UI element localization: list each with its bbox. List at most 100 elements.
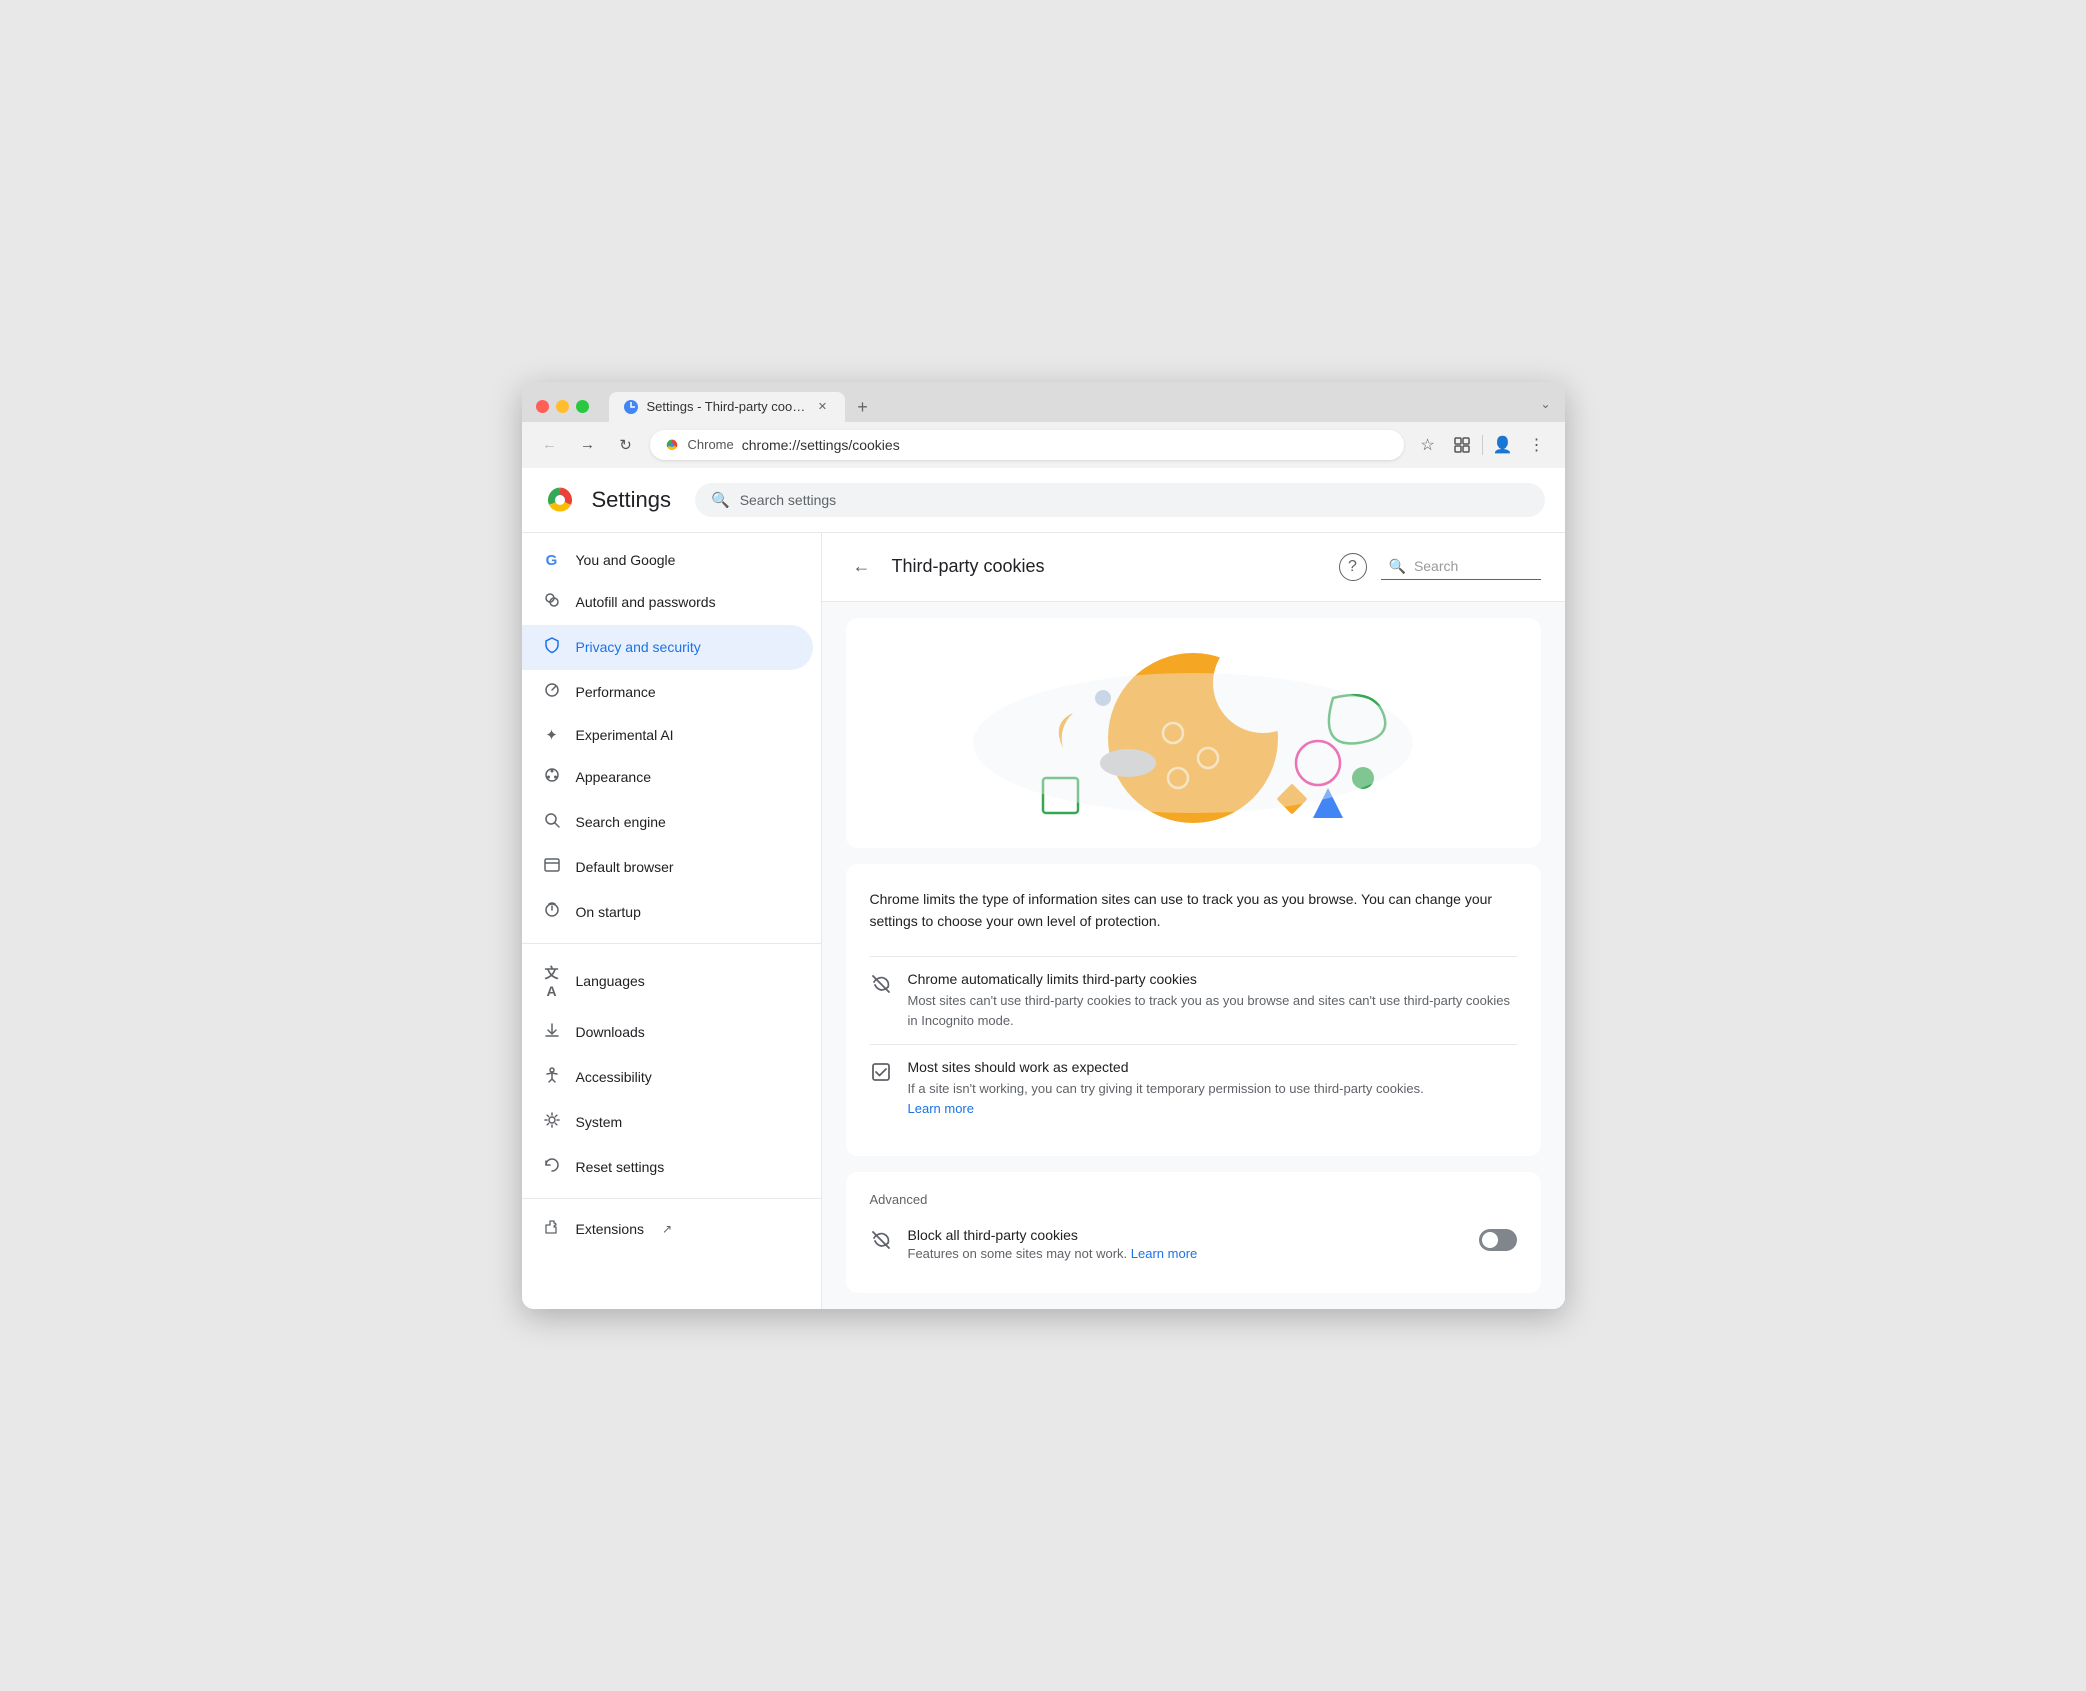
sidebar-label-appearance: Appearance <box>576 769 652 785</box>
sidebar-item-languages[interactable]: 文A Languages <box>522 952 813 1010</box>
learn-more-link-1[interactable]: Learn more <box>908 1101 974 1116</box>
address-bar[interactable]: Chrome chrome://settings/cookies <box>650 430 1404 460</box>
sidebar-item-privacy[interactable]: Privacy and security <box>522 625 813 670</box>
content-search-bar[interactable]: 🔍 Search <box>1381 554 1541 580</box>
option-auto-limit: Chrome automatically limits third-party … <box>870 956 1517 1044</box>
block-all-content: Block all third-party cookies Features o… <box>908 1227 1463 1261</box>
reset-icon <box>542 1156 562 1179</box>
block-all-title: Block all third-party cookies <box>908 1227 1463 1243</box>
sidebar-label-downloads: Downloads <box>576 1024 645 1040</box>
sidebar-label-search-engine: Search engine <box>576 814 666 830</box>
settings-body: G You and Google Autofill and passwords <box>522 533 1565 1310</box>
content-header: ← Third-party cookies ? 🔍 Search <box>822 533 1565 602</box>
sidebar-item-extensions[interactable]: Extensions ↗ <box>522 1207 813 1252</box>
performance-icon <box>542 681 562 704</box>
tab-close-button[interactable]: ✕ <box>815 399 831 415</box>
settings-wrapper: Settings 🔍 Search settings G You and Goo… <box>522 468 1565 1310</box>
sidebar-item-you-and-google[interactable]: G You and Google <box>522 541 813 580</box>
chrome-logo-big <box>542 482 578 518</box>
browser-window: Settings - Third-party cookie ✕ + ⌄ ← → … <box>522 382 1565 1310</box>
option-most-sites-desc: If a site isn't working, you can try giv… <box>908 1079 1517 1118</box>
external-link-icon: ↗ <box>662 1222 672 1236</box>
sidebar-label-privacy: Privacy and security <box>576 639 701 655</box>
system-icon <box>542 1111 562 1134</box>
sidebar-label-autofill: Autofill and passwords <box>576 594 716 610</box>
sidebar-label-system: System <box>576 1114 623 1130</box>
settings-title: Settings <box>592 487 672 513</box>
tab-favicon <box>623 399 639 415</box>
sidebar-item-experimental-ai[interactable]: ✦ Experimental AI <box>522 715 813 755</box>
advanced-section: Advanced Block all third-party cookies <box>846 1172 1541 1293</box>
eye-off-icon-2 <box>870 1229 892 1257</box>
settings-search-bar[interactable]: 🔍 Search settings <box>695 483 1545 517</box>
minimize-button[interactable] <box>556 400 569 413</box>
sidebar-item-default-browser[interactable]: Default browser <box>522 845 813 890</box>
startup-icon <box>542 901 562 924</box>
nav-icons-right: ☆ 👤 ⋮ <box>1414 431 1551 459</box>
eye-off-icon-1 <box>870 973 892 1001</box>
extensions-icon[interactable] <box>1448 431 1476 459</box>
accessibility-icon <box>542 1066 562 1089</box>
privacy-icon <box>542 636 562 659</box>
search-engine-icon <box>542 811 562 834</box>
close-button[interactable] <box>536 400 549 413</box>
back-button[interactable]: ← <box>536 431 564 459</box>
sidebar-item-accessibility[interactable]: Accessibility <box>522 1055 813 1100</box>
new-tab-button[interactable]: + <box>849 394 877 422</box>
option-most-sites-content: Most sites should work as expected If a … <box>908 1059 1517 1118</box>
block-all-toggle[interactable] <box>1479 1229 1517 1251</box>
main-content: ← Third-party cookies ? 🔍 Search <box>822 533 1565 1310</box>
sidebar-label-languages: Languages <box>576 973 645 989</box>
active-tab[interactable]: Settings - Third-party cookie ✕ <box>609 392 845 422</box>
option-auto-limit-title: Chrome automatically limits third-party … <box>908 971 1517 987</box>
sidebar-item-appearance[interactable]: Appearance <box>522 755 813 800</box>
block-all-toggle-row: Block all third-party cookies Features o… <box>870 1215 1517 1273</box>
content-title: Third-party cookies <box>892 556 1325 577</box>
autofill-icon <box>542 591 562 614</box>
sidebar-item-downloads[interactable]: Downloads <box>522 1010 813 1055</box>
traffic-lights <box>536 400 589 413</box>
chrome-label: Chrome <box>688 437 734 452</box>
sidebar-label-reset: Reset settings <box>576 1159 665 1175</box>
learn-more-link-2[interactable]: Learn more <box>1131 1246 1197 1261</box>
sidebar-item-system[interactable]: System <box>522 1100 813 1145</box>
sidebar-item-reset[interactable]: Reset settings <box>522 1145 813 1190</box>
sidebar-item-autofill[interactable]: Autofill and passwords <box>522 580 813 625</box>
toggle-slider <box>1479 1229 1517 1251</box>
appearance-icon <box>542 766 562 789</box>
cookie-illustration <box>846 618 1541 848</box>
address-text: chrome://settings/cookies <box>742 437 1390 453</box>
window-chevron[interactable]: ⌄ <box>1540 397 1550 417</box>
maximize-button[interactable] <box>576 400 589 413</box>
sidebar-divider-2 <box>522 1198 821 1199</box>
content-back-button[interactable]: ← <box>846 551 878 583</box>
downloads-icon <box>542 1021 562 1044</box>
cookie-svg <box>943 633 1443 833</box>
sidebar-label-performance: Performance <box>576 684 656 700</box>
sidebar-item-search-engine[interactable]: Search engine <box>522 800 813 845</box>
option-most-sites: Most sites should work as expected If a … <box>870 1044 1517 1132</box>
browser-icon <box>542 856 562 879</box>
help-button[interactable]: ? <box>1339 553 1367 581</box>
sidebar-label-you-and-google: You and Google <box>576 552 676 568</box>
menu-icon[interactable]: ⋮ <box>1523 431 1551 459</box>
sidebar-label-experimental-ai: Experimental AI <box>576 727 674 743</box>
languages-icon: 文A <box>542 963 562 999</box>
sidebar-item-performance[interactable]: Performance <box>522 670 813 715</box>
description-area: Chrome limits the type of information si… <box>846 864 1541 1157</box>
content-search-placeholder: Search <box>1414 558 1458 574</box>
nav-bar: ← → ↻ Chrome chrome://settings/cookies ☆ <box>522 422 1565 468</box>
search-placeholder: Search settings <box>740 492 837 508</box>
description-text: Chrome limits the type of information si… <box>870 888 1517 933</box>
advanced-label: Advanced <box>870 1192 1517 1207</box>
profile-icon[interactable]: 👤 <box>1489 431 1517 459</box>
bookmark-icon[interactable]: ☆ <box>1414 431 1442 459</box>
content-search-icon: 🔍 <box>1389 558 1406 575</box>
block-all-desc: Features on some sites may not work. Lea… <box>908 1246 1463 1261</box>
sidebar: G You and Google Autofill and passwords <box>522 533 822 1310</box>
forward-button[interactable]: → <box>574 431 602 459</box>
refresh-button[interactable]: ↻ <box>612 431 640 459</box>
nav-divider <box>1482 435 1483 455</box>
sidebar-item-on-startup[interactable]: On startup <box>522 890 813 935</box>
sidebar-divider-1 <box>522 943 821 944</box>
